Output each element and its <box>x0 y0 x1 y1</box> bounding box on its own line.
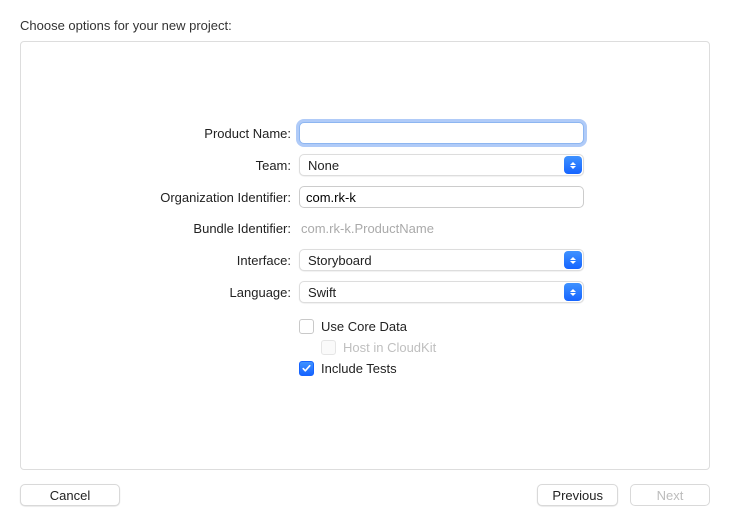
updown-chevron-icon <box>564 156 582 174</box>
use-core-data-label: Use Core Data <box>321 319 407 334</box>
host-cloudkit-label: Host in CloudKit <box>343 340 436 355</box>
project-options-form: Product Name: Team: None Organization Id… <box>21 122 709 376</box>
interface-label: Interface: <box>21 253 299 268</box>
use-core-data-checkbox[interactable] <box>299 319 314 334</box>
next-button: Next <box>630 484 710 506</box>
product-name-label: Product Name: <box>21 126 299 141</box>
language-label: Language: <box>21 285 299 300</box>
page-title: Choose options for your new project: <box>20 18 710 33</box>
product-name-field[interactable] <box>299 122 584 144</box>
options-panel: Product Name: Team: None Organization Id… <box>20 41 710 470</box>
checkmark-icon <box>301 363 312 374</box>
language-select[interactable]: Swift <box>299 281 584 303</box>
updown-chevron-icon <box>564 251 582 269</box>
cancel-button[interactable]: Cancel <box>20 484 120 506</box>
bundle-id-label: Bundle Identifier: <box>21 221 299 236</box>
host-cloudkit-checkbox <box>321 340 336 355</box>
include-tests-checkbox[interactable] <box>299 361 314 376</box>
org-id-label: Organization Identifier: <box>21 190 299 205</box>
updown-chevron-icon <box>564 283 582 301</box>
language-select-value: Swift <box>308 285 336 300</box>
org-id-field[interactable] <box>299 186 584 208</box>
interface-select[interactable]: Storyboard <box>299 249 584 271</box>
team-select[interactable]: None <box>299 154 584 176</box>
include-tests-label: Include Tests <box>321 361 397 376</box>
interface-select-value: Storyboard <box>308 253 372 268</box>
bundle-id-value: com.rk-k.ProductName <box>299 218 436 239</box>
previous-button[interactable]: Previous <box>537 484 618 506</box>
footer: Cancel Previous Next <box>20 470 710 506</box>
team-select-value: None <box>308 158 339 173</box>
team-label: Team: <box>21 158 299 173</box>
